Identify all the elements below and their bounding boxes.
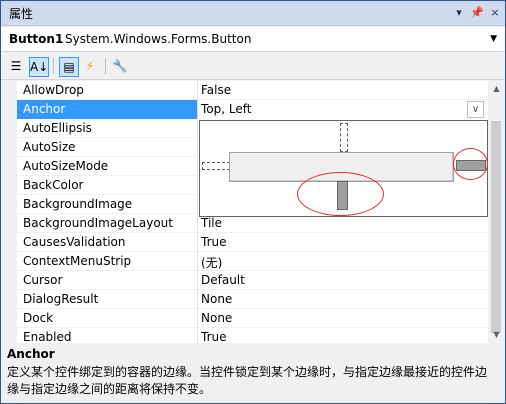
property-row[interactable]: CausesValidation True <box>1 233 488 252</box>
scroll-up-icon[interactable]: ▲ <box>488 81 505 97</box>
anchor-editor <box>199 120 488 217</box>
properties-toolbar: ☰ A↓ ▤ ⚡ 🔧 <box>1 53 505 80</box>
categorized-icon[interactable]: ☰ <box>7 57 25 75</box>
property-value[interactable]: Default <box>201 273 245 287</box>
scrollbar-thumb[interactable] <box>491 121 501 333</box>
property-row[interactable]: Enabled True <box>1 328 488 344</box>
properties-window: 属性 ▾ 📌 × Button1 System.Windows.Forms.Bu… <box>0 0 506 404</box>
object-name: Button1 <box>9 32 64 46</box>
close-icon[interactable]: × <box>487 5 503 21</box>
property-row[interactable]: Cursor Default <box>1 271 488 290</box>
window-menu-icon[interactable]: ▾ <box>451 5 467 21</box>
alphabetical-icon[interactable]: A↓ <box>29 57 49 77</box>
object-selector[interactable]: Button1 System.Windows.Forms.Button ▼ <box>1 27 505 52</box>
property-name: BackColor <box>23 178 84 192</box>
description-title: Anchor <box>7 347 55 361</box>
chevron-down-icon[interactable]: ∨ <box>467 101 484 118</box>
property-name: CausesValidation <box>23 235 126 249</box>
property-name: DialogResult <box>23 292 99 306</box>
property-name: Anchor <box>17 100 197 119</box>
scroll-down-icon[interactable]: ▼ <box>488 327 505 343</box>
property-value[interactable]: True <box>201 235 227 249</box>
property-name: AutoSize <box>23 140 76 154</box>
toolbar-separator <box>53 58 54 74</box>
anchor-top-toggle[interactable] <box>340 123 348 152</box>
object-type: System.Windows.Forms.Button <box>65 32 252 46</box>
property-name: BackgroundImageLayout <box>23 216 173 230</box>
property-row[interactable]: Anchor Top, Left ∨ <box>1 100 488 119</box>
property-name: ContextMenuStrip <box>23 254 132 268</box>
property-value[interactable]: Tile <box>201 216 222 230</box>
property-value[interactable]: None <box>201 311 232 325</box>
property-value[interactable]: None <box>201 292 232 306</box>
chevron-down-icon[interactable]: ▼ <box>490 34 497 44</box>
property-name: AllowDrop <box>23 83 84 97</box>
property-row[interactable]: AllowDrop False <box>1 81 488 100</box>
property-name: Enabled <box>23 330 72 344</box>
property-name: Dock <box>23 311 54 325</box>
property-row[interactable]: Dock None <box>1 309 488 328</box>
anchor-left-toggle[interactable] <box>202 162 230 170</box>
pin-icon[interactable]: 📌 <box>469 5 485 21</box>
vertical-scrollbar[interactable]: ▲ ▼ <box>488 81 505 343</box>
property-row[interactable]: ContextMenuStrip (无) <box>1 252 488 271</box>
description-panel: Anchor 定义某个控件绑定到的容器的边缘。当控件锁定到某个边缘时，与指定边缘… <box>1 343 505 403</box>
property-value[interactable]: Top, Left <box>201 102 251 116</box>
property-pages-icon[interactable]: 🔧 <box>111 57 129 75</box>
property-name: AutoSizeMode <box>23 159 109 173</box>
property-name: Cursor <box>23 273 63 287</box>
events-icon[interactable]: ⚡ <box>81 57 99 75</box>
highlight-circle <box>453 148 488 180</box>
property-value[interactable]: (无) <box>201 254 222 271</box>
title-bar: 属性 ▾ 📌 × <box>1 1 505 26</box>
highlight-circle <box>297 172 384 216</box>
toolbar-separator <box>105 58 106 74</box>
property-value[interactable]: False <box>201 83 231 97</box>
property-name: BackgroundImage <box>23 197 133 211</box>
description-text: 定义某个控件绑定到的容器的边缘。当控件锁定到某个边缘时，与指定边缘最接近的控件边… <box>7 365 488 396</box>
properties-icon[interactable]: ▤ <box>59 57 79 77</box>
window-title: 属性 <box>9 7 34 21</box>
property-value[interactable]: True <box>201 330 227 343</box>
property-name: AutoEllipsis <box>23 121 92 135</box>
property-row[interactable]: DialogResult None <box>1 290 488 309</box>
